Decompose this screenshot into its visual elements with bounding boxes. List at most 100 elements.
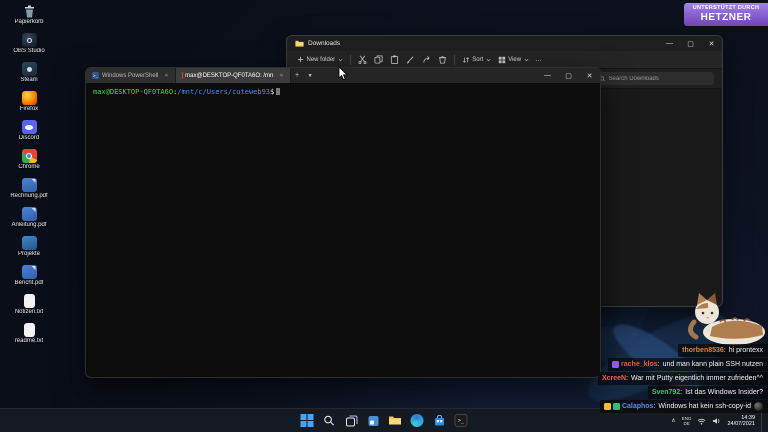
paste-icon — [390, 55, 398, 64]
folder-icon — [389, 416, 401, 425]
pdf-file-icon — [21, 207, 37, 222]
copy-button[interactable] — [374, 55, 383, 64]
chat-badge-icon — [603, 403, 611, 410]
explorer-title-bar[interactable]: Downloads — ▢ ✕ — [287, 36, 722, 51]
desktop-icon-label: Bericht.pdf — [14, 280, 44, 287]
language-line2: DE — [683, 420, 690, 426]
taskbar-search-button[interactable] — [322, 413, 337, 428]
chat-username: Calaphos — [621, 403, 654, 410]
share-button[interactable] — [422, 55, 431, 64]
chat-separator: : — [723, 347, 726, 354]
rename-button[interactable] — [406, 55, 415, 64]
minimize-icon[interactable]: — — [659, 36, 680, 51]
cut-icon — [358, 55, 367, 64]
maximize-icon[interactable]: ▢ — [680, 36, 701, 51]
desktop-icon-label: Papierkorb — [14, 19, 44, 26]
chat-message: rache_klos: und man kann plain SSH nutze… — [608, 358, 768, 371]
sponsor-banner: UNTERSTÜTZT DURCH HETZNER — [684, 3, 768, 26]
desktop-icon-label: Firefox — [19, 106, 39, 113]
chat-username: thorben8536 — [682, 347, 724, 354]
tray-overflow-icon[interactable]: ∧ — [671, 417, 675, 424]
delete-button[interactable] — [438, 55, 447, 64]
new-tab-icon[interactable]: + — [291, 68, 304, 83]
more-options-button[interactable]: … — [536, 57, 542, 63]
edge-button[interactable] — [410, 413, 425, 428]
desktop-icon-label: Notizen.txt — [14, 309, 44, 315]
app-icon — [21, 236, 37, 251]
tab-wsl[interactable]: max@DESKTOP-QF0TA6O: /mn ✕ — [175, 68, 291, 83]
chevron-down-icon — [338, 58, 343, 61]
chat-separator: : — [657, 361, 660, 368]
store-button[interactable] — [432, 413, 447, 428]
desktop-icon-label: Chrome — [18, 164, 40, 171]
desktop-icon-app[interactable]: Projekte — [0, 236, 58, 258]
paste-button[interactable] — [390, 55, 399, 64]
terminal-window: >_ Windows PowerShell ✕ max@DESKTOP-QF0T… — [85, 67, 601, 378]
new-folder-button[interactable]: New folder — [297, 56, 343, 63]
terminal-content[interactable]: max@DESKTOP-QF0TA6O:/mnt/c/Users/cuteweb… — [86, 83, 600, 377]
tab-windows-powershell[interactable]: >_ Windows PowerShell ✕ — [86, 68, 176, 83]
chat-badge-icon — [612, 403, 620, 410]
desktop-icon-recycle-bin[interactable]: Papierkorb — [0, 4, 58, 26]
desktop-icon-label: Rechnung.pdf — [10, 193, 48, 200]
cut-button[interactable] — [358, 55, 367, 64]
tab-close-icon[interactable]: ✕ — [164, 73, 168, 79]
view-button[interactable]: View — [498, 56, 529, 64]
chat-message: thorben8536: hi prontexx — [678, 344, 768, 357]
desktop-icon-pdf[interactable]: Bericht.pdf — [0, 265, 58, 287]
desktop-icon-chrome[interactable]: Chrome — [0, 149, 58, 171]
close-icon[interactable]: ✕ — [701, 36, 722, 51]
ellipsis-icon: … — [535, 56, 542, 63]
tab-close-icon[interactable]: ✕ — [279, 73, 283, 79]
ubuntu-icon — [181, 72, 183, 79]
widgets-button[interactable] — [366, 413, 381, 428]
chat-username: XcreeN — [601, 375, 627, 382]
prompt-user-host: max@DESKTOP-QF0TA6O — [93, 88, 174, 96]
tab-title: Windows PowerShell — [102, 72, 159, 79]
text-file-icon — [23, 323, 35, 337]
sort-button[interactable]: Sort — [462, 56, 491, 64]
volume-icon[interactable] — [712, 417, 721, 425]
close-icon[interactable]: ✕ — [579, 68, 600, 83]
maximize-icon[interactable]: ▢ — [558, 68, 579, 83]
wifi-icon[interactable] — [697, 417, 706, 425]
desktop-icon-textfile[interactable]: readme.txt — [0, 323, 58, 345]
powershell-icon: >_ — [92, 72, 99, 79]
terminal-button[interactable]: >_ — [454, 413, 469, 428]
cat-overlay — [688, 293, 765, 345]
prompt-symbol: $ — [270, 88, 275, 96]
sort-icon — [462, 56, 469, 63]
desktop-icon-discord[interactable]: Discord — [0, 120, 58, 142]
obs-icon — [21, 33, 37, 48]
desktop-icon-firefox[interactable]: Firefox — [0, 91, 58, 113]
chat-separator: : — [680, 389, 683, 396]
toolbar-divider — [349, 54, 351, 65]
folder-icon — [295, 40, 304, 47]
text-file-icon — [23, 294, 35, 308]
tab-dropdown-icon[interactable]: ▼ — [304, 68, 317, 83]
desktop-icon-label: OBS Studio — [13, 48, 45, 55]
search-input[interactable] — [608, 75, 710, 82]
desktop-icon-label: Projekte — [17, 251, 40, 258]
desktop-icon-label: readme.txt — [14, 338, 44, 344]
sort-label: Sort — [472, 56, 484, 63]
desktop-icon-obs[interactable]: OBS Studio — [0, 33, 58, 55]
desktop-icon-textfile[interactable]: Notizen.txt — [0, 294, 58, 316]
minimize-icon[interactable]: — — [537, 68, 558, 83]
pdf-file-icon — [21, 265, 37, 280]
chevron-down-icon — [524, 58, 529, 61]
desktop-icon-pdf[interactable]: Anleitung.pdf — [0, 207, 58, 229]
file-explorer-button[interactable] — [388, 413, 403, 428]
desktop-icon-steam[interactable]: Steam — [0, 62, 58, 84]
plus-icon — [297, 56, 304, 63]
desktop-icon-pdf[interactable]: Rechnung.pdf — [0, 178, 58, 200]
start-button[interactable] — [300, 413, 315, 428]
taskbar-clock[interactable]: 14:39 24/07/2021 — [727, 415, 755, 427]
explorer-search[interactable] — [596, 72, 714, 85]
trash-icon — [438, 55, 446, 64]
tab-title: max@DESKTOP-QF0TA6O: /mn — [185, 72, 274, 79]
language-indicator[interactable]: ENG DE — [682, 416, 692, 426]
task-view-button[interactable] — [344, 413, 359, 428]
toolbar-divider — [453, 54, 455, 65]
search-icon — [324, 415, 334, 426]
